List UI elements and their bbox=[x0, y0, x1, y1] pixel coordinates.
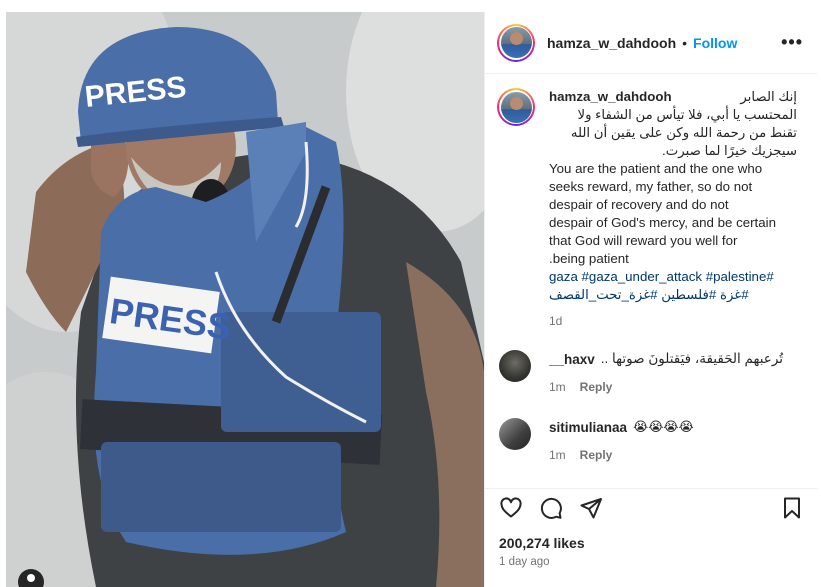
caption-section: hamza_w_dahdooh إنك الصابر المحتسب يا أب… bbox=[485, 74, 817, 350]
caption-arabic-line: سيجزيك خيرًا لما صبرت. bbox=[662, 143, 797, 158]
commenter-avatar[interactable] bbox=[499, 350, 531, 382]
likes-count[interactable]: 200,274 likes bbox=[499, 535, 804, 551]
caption-avatar[interactable] bbox=[497, 88, 535, 126]
caption-arabic-first: إنك الصابر bbox=[740, 89, 797, 104]
commenter-username[interactable]: __haxv bbox=[549, 352, 595, 367]
commenter-username[interactable]: sitimulianaa bbox=[549, 420, 627, 435]
caption-hashtags[interactable]: gaza #gaza_under_attack #palestine# bbox=[549, 268, 797, 286]
commenter-avatar[interactable] bbox=[499, 418, 531, 450]
heart-icon[interactable] bbox=[499, 496, 523, 520]
reply-button[interactable]: Reply bbox=[580, 380, 613, 394]
more-options-icon[interactable]: ••• bbox=[781, 32, 803, 53]
caption-english-line: that God will reward you well for bbox=[549, 233, 738, 248]
caption-english-line: despair of God's mercy, and be certain bbox=[549, 215, 776, 230]
post-actions: 200,274 likes 1 day ago bbox=[485, 488, 818, 568]
author-avatar[interactable] bbox=[497, 23, 535, 62]
share-icon[interactable] bbox=[579, 496, 603, 520]
journalist-photo: PRESS PRESS bbox=[6, 12, 484, 587]
author-username[interactable]: hamza_w_dahdooh bbox=[547, 35, 676, 51]
comment-icon[interactable] bbox=[539, 496, 563, 520]
bookmark-icon[interactable] bbox=[780, 496, 804, 520]
separator-dot: • bbox=[682, 34, 688, 51]
comment-text: تُرعبهم الحَقيقة، فيَقتلونَ صوتها .. bbox=[600, 351, 784, 366]
caption-hashtags-arabic[interactable]: #غزة #فلسطين #غزة_تحت_القصف bbox=[549, 286, 797, 304]
post-side-panel: hamza_w_dahdooh • Follow ••• hamza_w_dah… bbox=[484, 12, 818, 587]
caption-arabic-line: تقنط من رحمة الله وكن على يقين أن الله bbox=[570, 125, 797, 140]
caption-username[interactable]: hamza_w_dahdooh bbox=[549, 88, 672, 106]
comment-age: 1m bbox=[549, 448, 566, 462]
caption-english-line: despair of recovery and do not bbox=[549, 197, 729, 212]
comment-text: 😭😭😭😭 bbox=[633, 419, 694, 435]
comment-item: __haxv تُرعبهم الحَقيقة، فيَقتلونَ صوتها… bbox=[485, 350, 817, 394]
caption-text: hamza_w_dahdooh إنك الصابر المحتسب يا أب… bbox=[549, 88, 797, 330]
caption-arabic-line: المحتسب يا أبي، فلا تيأس من الشفاء ولا bbox=[577, 107, 797, 122]
follow-button[interactable]: Follow bbox=[693, 35, 737, 51]
reply-button[interactable]: Reply bbox=[580, 448, 613, 462]
caption-english-line: You are the patient and the one who bbox=[549, 161, 763, 176]
caption-english-line: seeks reward, my father, so do not bbox=[549, 179, 753, 194]
comment-item: sitimulianaa 😭😭😭😭 1m Reply bbox=[485, 418, 817, 462]
post-header: hamza_w_dahdooh • Follow ••• bbox=[485, 12, 817, 74]
comment-age: 1m bbox=[549, 380, 566, 394]
caption-english-line: .being patient bbox=[549, 251, 629, 266]
post-timestamp: 1 day ago bbox=[499, 556, 550, 568]
post-photo[interactable]: PRESS PRESS bbox=[6, 12, 484, 587]
caption-age: 1d bbox=[549, 314, 563, 328]
